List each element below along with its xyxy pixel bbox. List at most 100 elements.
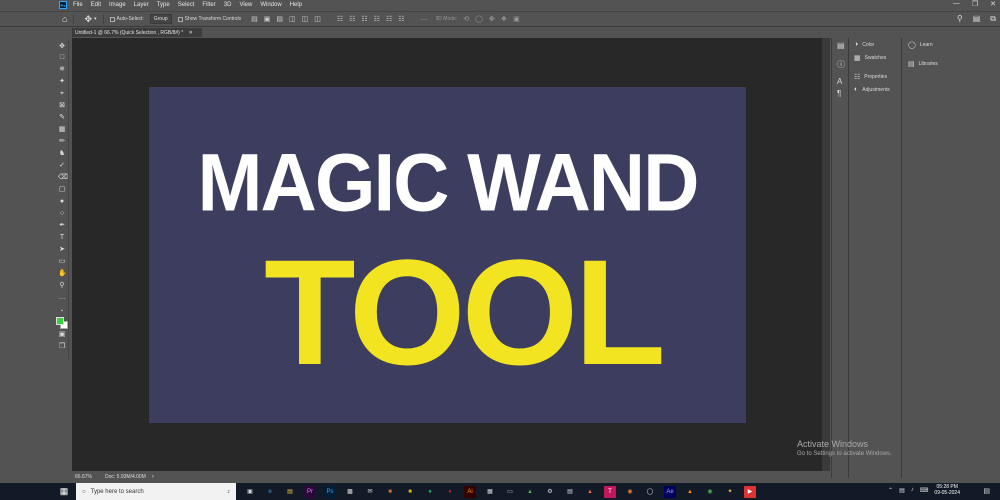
distribute-left-icon[interactable]: ☷ (374, 15, 380, 23)
auto-select-target-dropdown[interactable]: Group (149, 14, 172, 24)
task-view-icon[interactable]: ▣ (244, 486, 256, 498)
quick-mask-icon[interactable]: ▣ (58, 331, 66, 339)
hand-tool-icon[interactable]: ✋ (58, 270, 67, 278)
path-selection-tool-icon[interactable]: ➤ (58, 246, 66, 254)
network-icon[interactable]: ▤ (899, 487, 905, 494)
app-yellow-icon[interactable]: ■ (404, 486, 416, 498)
document-tab[interactable]: Untitled-1 @ 66.7% (Quick Selection , RG… (72, 28, 202, 37)
camera-3d-icon[interactable]: ▣ (513, 15, 520, 23)
edit-toolbar-icon[interactable]: … (58, 294, 66, 302)
blur-tool-icon[interactable]: ● (58, 198, 66, 206)
marquee-tool-icon[interactable]: □ (58, 54, 66, 62)
align-hcenter-icon[interactable]: ◫ (302, 15, 309, 23)
crop-tool-icon[interactable]: ⌖ (58, 90, 66, 98)
zoom-level[interactable]: 66.67% (75, 474, 105, 480)
menu-layer[interactable]: Layer (134, 2, 149, 8)
eyedropper-tool-icon[interactable]: ✎ (58, 114, 66, 122)
after-effects-icon[interactable]: Ae (664, 485, 676, 498)
healing-brush-tool-icon[interactable]: ▦ (58, 126, 66, 134)
gradient-tool-icon[interactable]: ▢ (58, 186, 66, 194)
workspace-icon[interactable]: ▤ (973, 14, 981, 24)
store-icon[interactable]: ▩ (344, 486, 356, 498)
transform-controls-checkbox[interactable] (177, 16, 183, 22)
language-icon[interactable]: ⌨ (920, 487, 929, 494)
align-right-icon[interactable]: ◫ (314, 15, 321, 23)
minimize-icon[interactable]: — (953, 0, 960, 8)
history-icon[interactable]: ▤ (837, 41, 845, 50)
app-green2-icon[interactable]: ▲ (524, 486, 536, 498)
chevron-down-icon[interactable]: ▾ (94, 16, 97, 22)
search-icon[interactable]: ⚲ (957, 14, 963, 24)
frame-tool-icon[interactable]: ⊠ (58, 102, 66, 110)
menu-view[interactable]: View (239, 2, 252, 8)
rectangle-tool-icon[interactable]: ▭ (58, 258, 66, 266)
windows-start-icon[interactable]: ▦ (55, 483, 73, 500)
zoom-tool-icon[interactable]: ⚲ (58, 282, 66, 290)
pen-tool-icon[interactable]: ✒ (58, 222, 66, 230)
distribute-top-icon[interactable]: ☷ (337, 15, 343, 23)
default-colors-icon[interactable]: ▪ (58, 307, 66, 315)
brush-tool-icon[interactable]: ✏ (58, 138, 66, 146)
mail-icon[interactable]: ✉ (364, 486, 376, 498)
magic-wand-tool-icon[interactable]: ✦ (58, 78, 66, 86)
clone-stamp-tool-icon[interactable]: ♞ (58, 150, 66, 158)
app-grid-icon[interactable]: ▦ (484, 486, 496, 498)
move-tool-icon[interactable]: ✥ (58, 43, 66, 51)
menu-3d[interactable]: 3D (224, 2, 232, 8)
screen-mode-icon[interactable]: ❐ (58, 343, 66, 351)
menu-file[interactable]: File (73, 2, 83, 8)
panel-swatches[interactable]: ▦ Swatches (854, 54, 886, 62)
menu-edit[interactable]: Edit (91, 2, 101, 8)
menu-select[interactable]: Select (178, 2, 195, 8)
taskbar-clock[interactable]: 05:28 PM 09-05-2024 (934, 484, 960, 496)
premiere-pro-icon[interactable]: Pr (304, 485, 316, 498)
photoshop-taskbar-icon[interactable]: Ps (324, 485, 336, 498)
app-pink-icon[interactable]: T (604, 485, 616, 498)
chrome-icon[interactable]: ◉ (704, 486, 716, 498)
align-vcenter-icon[interactable]: ▣ (264, 15, 271, 23)
close-tab-icon[interactable]: ✕ (189, 30, 193, 36)
brave-icon[interactable]: ▲ (584, 486, 596, 498)
foreground-color-swatch[interactable] (56, 317, 64, 325)
distribute-hcenter-icon[interactable]: ☷ (386, 15, 392, 23)
distribute-right-icon[interactable]: ☷ (398, 15, 404, 23)
align-bottom-icon[interactable]: ▤ (276, 15, 283, 23)
history-brush-tool-icon[interactable]: ✓ (58, 162, 66, 170)
app-red-icon[interactable]: ● (444, 486, 456, 498)
edge-browser-icon[interactable]: e (264, 486, 276, 498)
menu-image[interactable]: Image (109, 2, 126, 8)
slide-3d-icon[interactable]: ❖ (501, 15, 507, 23)
file-explorer-icon[interactable]: ▤ (284, 486, 296, 498)
panel-libraries[interactable]: ▤ Libraries (908, 60, 938, 68)
info-icon[interactable]: ⓘ (837, 59, 845, 70)
panel-properties[interactable]: ☷ Properties (854, 73, 887, 81)
paragraph-icon[interactable]: ¶ (837, 89, 841, 98)
taskbar-search-box[interactable]: ○ Type here to search ♪ (76, 483, 236, 500)
menu-type[interactable]: Type (157, 2, 170, 8)
align-top-icon[interactable]: ▤ (251, 15, 258, 23)
menu-filter[interactable]: Filter (202, 2, 215, 8)
app-orange-icon[interactable]: ■ (384, 486, 396, 498)
character-icon[interactable]: A (837, 77, 842, 86)
orbit-3d-icon[interactable]: ⟲ (463, 15, 469, 23)
dodge-tool-icon[interactable]: ○ (58, 210, 66, 218)
app-red-square-icon[interactable]: ▶ (744, 485, 756, 498)
illustrator-icon[interactable]: Ai (464, 485, 476, 498)
chevron-right-icon[interactable]: › (152, 474, 154, 480)
distribute-vcenter-icon[interactable]: ☷ (349, 15, 355, 23)
panel-learn[interactable]: ◯ Learn (908, 41, 933, 49)
eraser-tool-icon[interactable]: ⌫ (58, 174, 68, 182)
vlc-icon[interactable]: ▲ (684, 486, 696, 498)
app-window-icon[interactable]: ▭ (504, 486, 516, 498)
document-canvas[interactable]: MAGIC WAND TOOL (149, 87, 746, 423)
home-icon[interactable]: ⌂ (62, 14, 67, 24)
lasso-tool-icon[interactable]: ✵ (58, 66, 66, 74)
auto-select-checkbox[interactable] (109, 16, 115, 22)
pan-3d-icon[interactable]: ✥ (489, 15, 495, 23)
roll-3d-icon[interactable]: ◯ (475, 15, 483, 23)
calculator-icon[interactable]: ▤ (564, 486, 576, 498)
more-options-icon[interactable]: … (421, 15, 428, 23)
blender-icon[interactable]: ◉ (624, 486, 636, 498)
move-tool-icon[interactable]: ✥ (84, 14, 92, 25)
panel-adjustments[interactable]: ◐ Adjustments (854, 86, 890, 93)
